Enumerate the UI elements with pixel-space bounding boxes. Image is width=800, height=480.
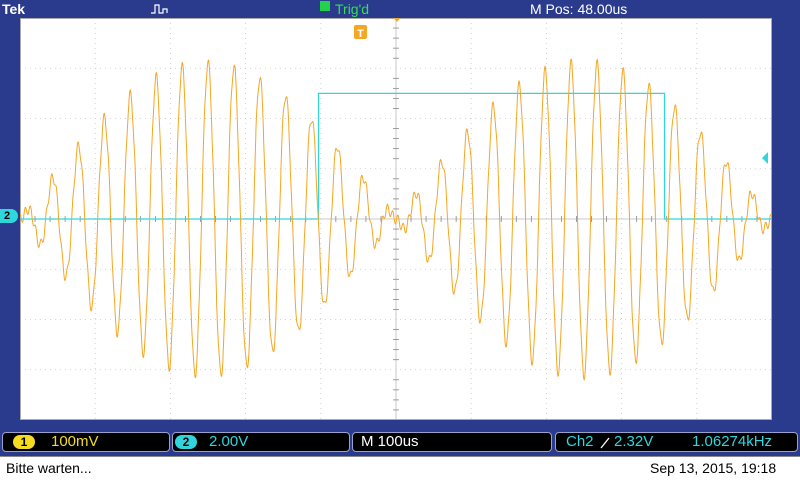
waveform-display[interactable]: T [20, 18, 772, 420]
channel-2-scale: 2.00V [209, 433, 249, 450]
channel-1-scale: 100mV [51, 433, 99, 450]
frequency-readout: 1.06274kHz [692, 433, 773, 450]
status-message: Bitte warten... [6, 460, 92, 476]
brand-label: Tek [2, 1, 26, 17]
status-bar: Bitte warten... Sep 13, 2015, 19:18 [0, 456, 800, 480]
status-timestamp: Sep 13, 2015, 19:18 [650, 460, 777, 476]
timebase-readout[interactable]: M 100us [352, 432, 552, 452]
trigger-source: Ch2 [566, 433, 594, 450]
trigger-position-marker[interactable]: T [354, 25, 367, 40]
top-status-bar: Tek Trig'd M Pos: 48.00us [0, 0, 800, 18]
timebase-value: M 100us [361, 433, 419, 450]
trigger-marker-label: T [357, 28, 364, 40]
channel-2-readout[interactable]: 2 2.00V [172, 432, 350, 452]
channel-1-badge: 1 [13, 435, 35, 449]
trigger-readout[interactable]: Ch2 2.32V 1.06274kHz [555, 432, 798, 452]
trigger-status: Trig'd [335, 1, 370, 17]
channel-2-marker-label: 2 [4, 210, 11, 222]
channel-2-badge: 2 [175, 435, 197, 449]
horizontal-position: M Pos: 48.00us [530, 1, 628, 17]
trigger-level: 2.32V [614, 433, 654, 450]
trigger-slope-icon [600, 436, 610, 454]
channel-1-readout[interactable]: 1 100mV [2, 432, 170, 452]
channel-2-ground-marker[interactable]: 2 [0, 209, 18, 223]
trigger-status-icon [320, 1, 330, 11]
